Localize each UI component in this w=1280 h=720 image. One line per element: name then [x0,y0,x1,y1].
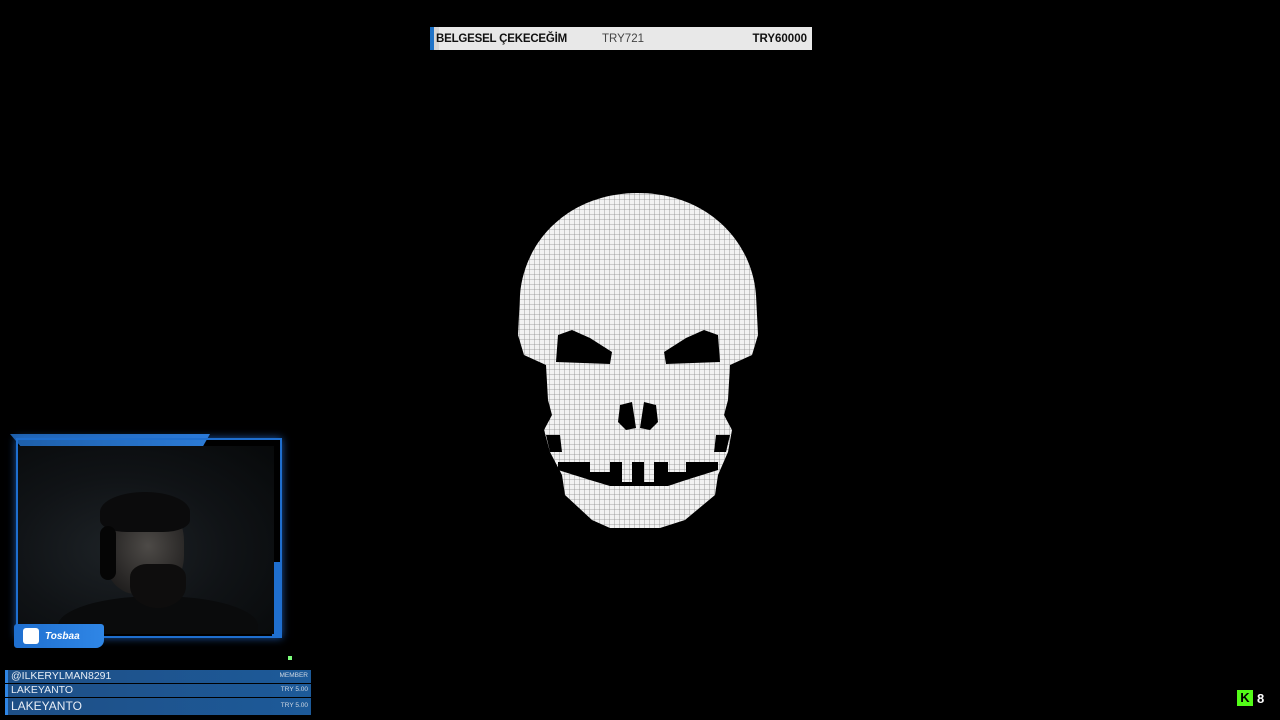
event-item: @ILKERYLMAN8291 MEMBER [5,670,311,683]
event-user: LAKEYANTO [11,684,74,696]
event-meta: TRY 5.00 [280,702,308,709]
event-item: LAKEYANTO TRY 5.00 [5,698,311,715]
goal-target-amount: TRY60000 [752,32,807,45]
event-meta: TRY 5.00 [280,686,308,693]
patreon-icon [23,628,39,644]
viewer-count: 8 [1257,690,1265,706]
event-user: LAKEYANTO [11,699,82,713]
goal-title: BELGESEL ÇEKECEĞİM [436,32,568,45]
kick-logo-icon: K [1237,690,1253,706]
donation-goal-bar: BELGESEL ÇEKECEĞİM TRY721 TRY60000 [430,27,812,50]
skull-icon [518,193,758,528]
goal-current-amount: TRY721 [602,32,644,45]
webcam-video [18,446,274,634]
webcam-person-hair [100,492,190,532]
event-item: LAKEYANTO TRY 5.00 [5,684,311,697]
status-dot [288,656,292,660]
event-user: @ILKERYLMAN8291 [11,670,112,682]
streamer-name-tag: Tosbaa [14,624,104,648]
recent-events-list: @ILKERYLMAN8291 MEMBER LAKEYANTO TRY 5.0… [5,670,311,716]
event-meta: MEMBER [279,672,308,679]
viewer-count-badge: K 8 [1237,690,1264,706]
headphone-icon [100,526,116,580]
streamer-name: Tosbaa [45,630,80,642]
webcam-person-beard [130,564,186,608]
